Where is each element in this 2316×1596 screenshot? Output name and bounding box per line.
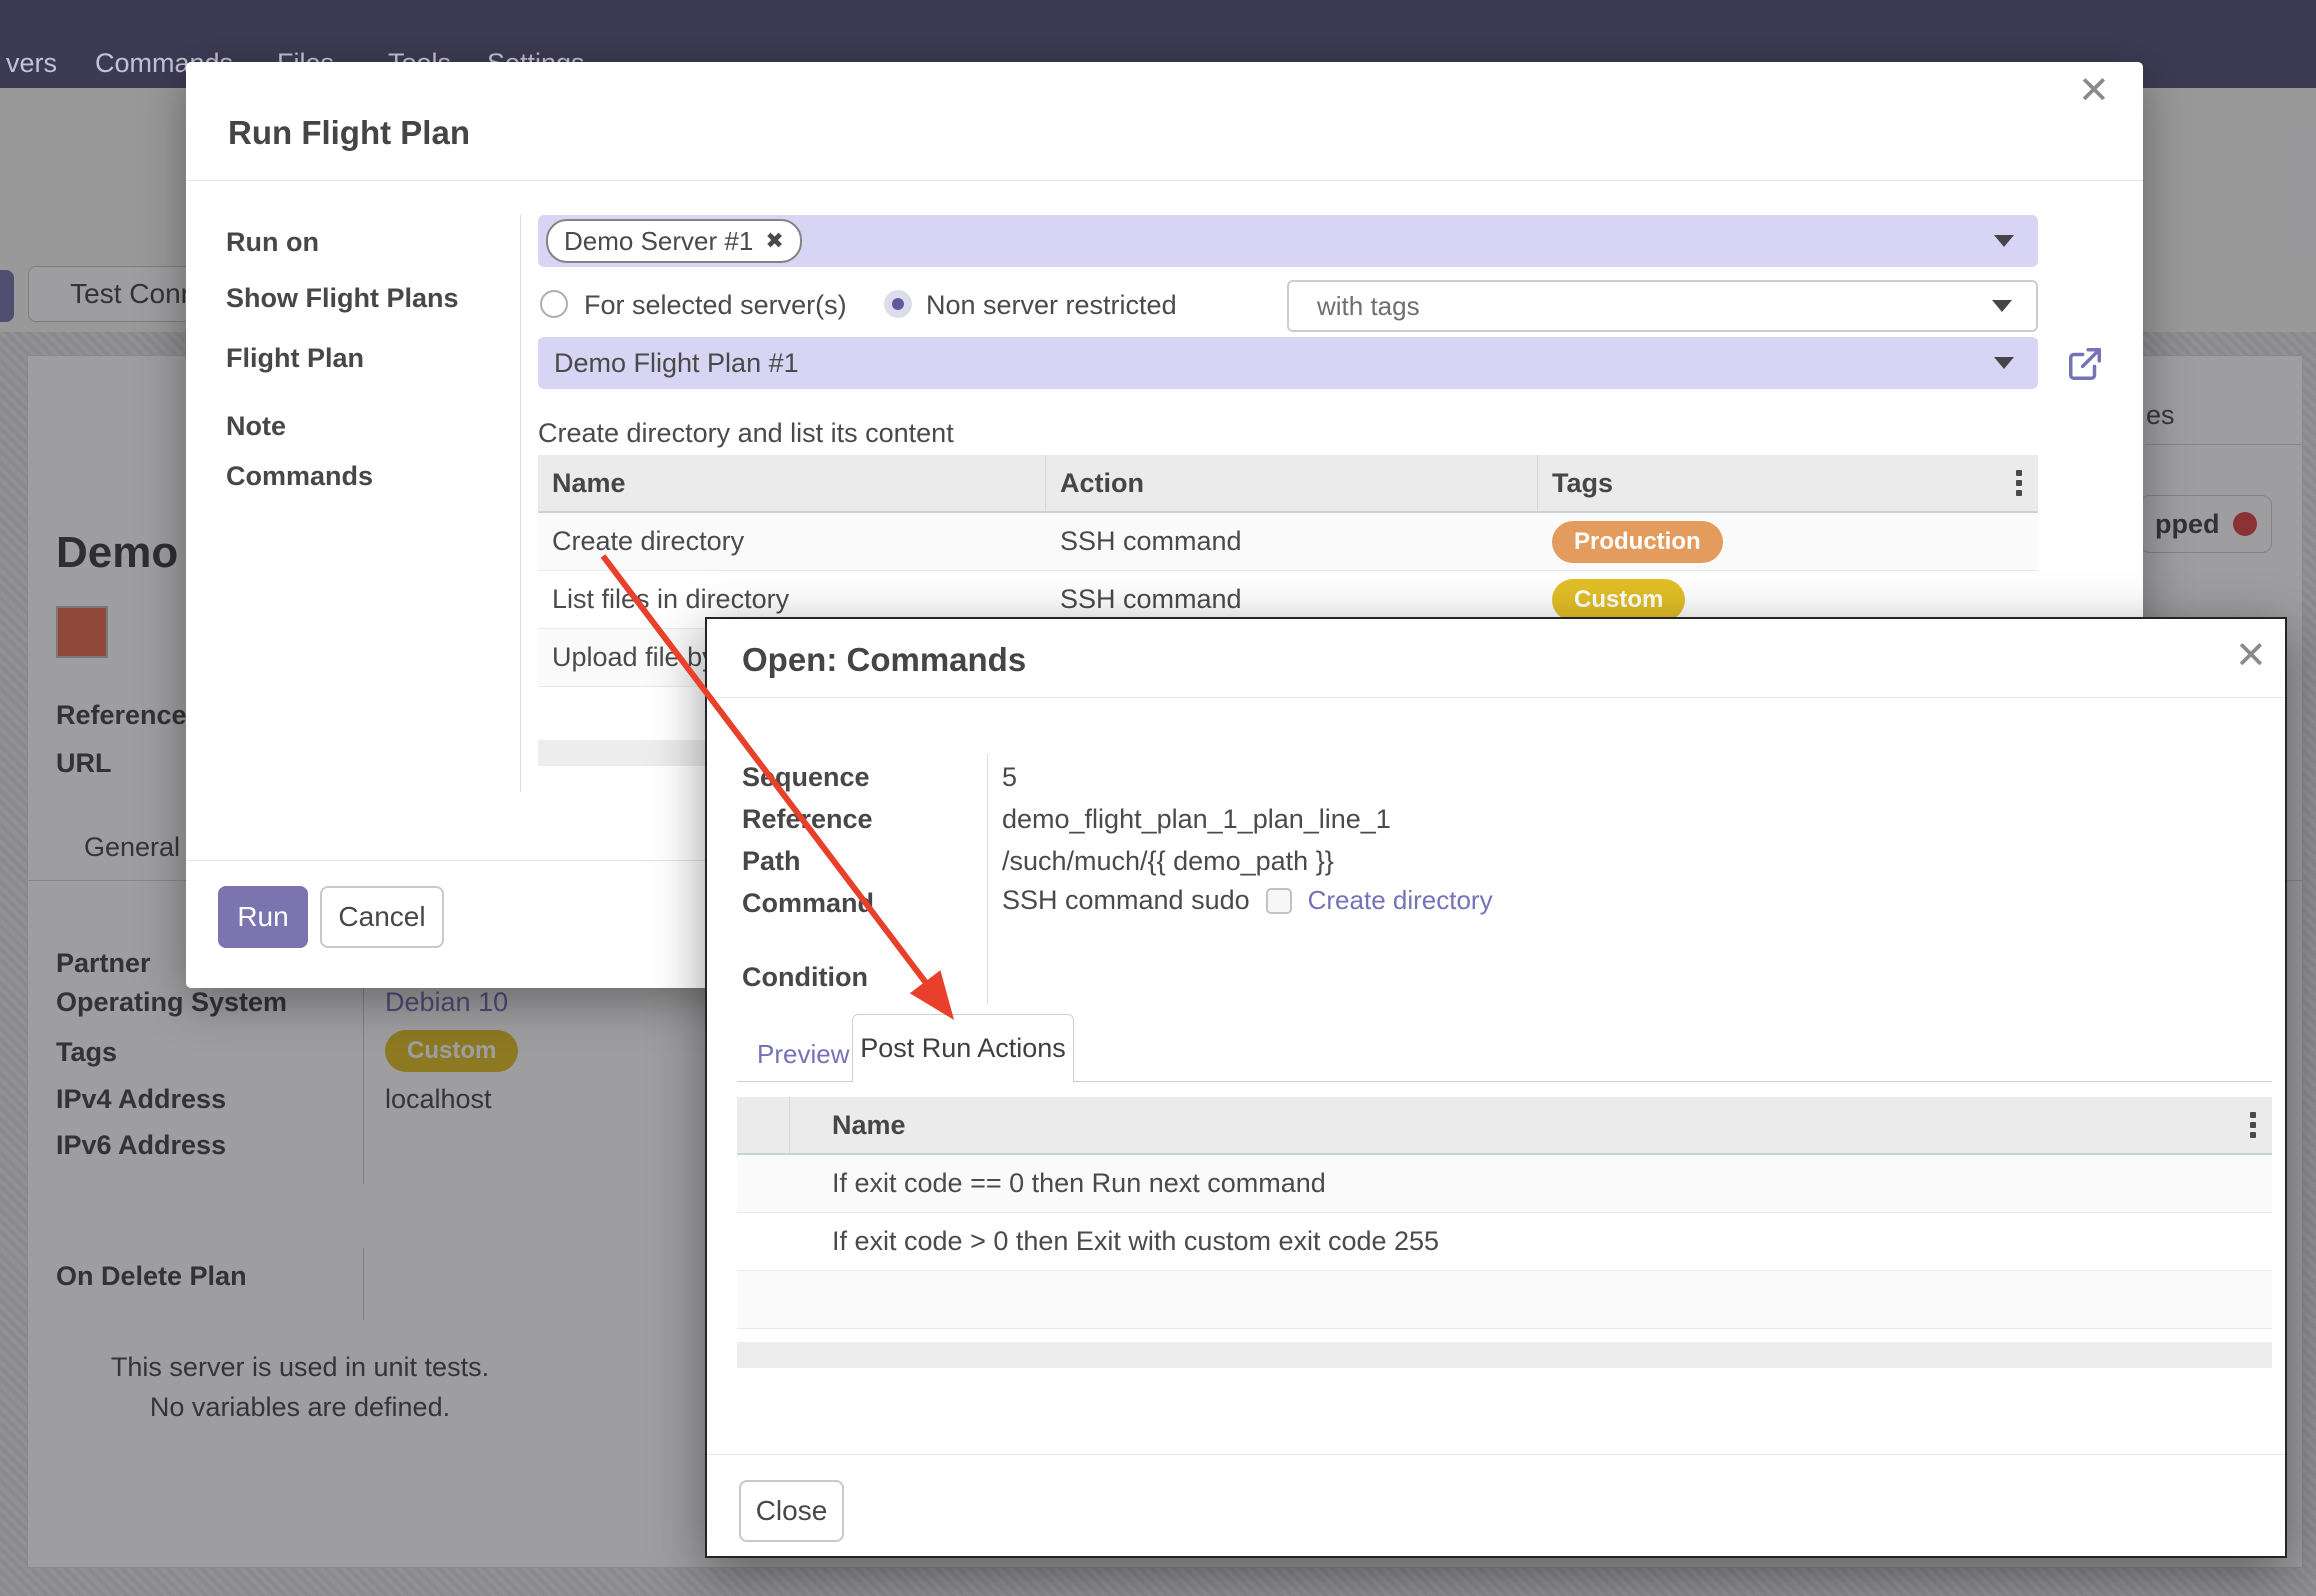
sudo-checkbox[interactable] <box>1266 888 1292 914</box>
column-options-icon[interactable] <box>2250 1108 2256 1142</box>
close-button-label: Close <box>756 1495 828 1527</box>
path-label: Path <box>742 846 801 877</box>
tag-badge: Custom <box>1552 579 1685 621</box>
run-on-select[interactable]: Demo Server #1 ✖ <box>538 215 2038 267</box>
tag-badge: Production <box>1552 521 1723 563</box>
footer-divider <box>707 1454 2285 1455</box>
radio-for-selected-servers-label[interactable]: For selected server(s) <box>584 290 847 321</box>
cell-action: SSH command <box>1046 584 1538 615</box>
condition-label: Condition <box>742 962 868 993</box>
dropdown-caret-icon <box>1994 235 2014 247</box>
action-table-row[interactable]: If exit code > 0 then Exit with custom e… <box>737 1213 2272 1271</box>
command-value: SSH command sudo <box>1002 885 1250 916</box>
action-table-row-empty <box>737 1271 2272 1329</box>
create-directory-link[interactable]: Create directory <box>1308 885 1493 916</box>
column-header-action[interactable]: Action <box>1046 455 1538 511</box>
column-header-tags[interactable]: Tags <box>1538 468 2016 499</box>
actions-table-header: Name <box>737 1097 2272 1155</box>
close-button[interactable]: Close <box>739 1480 844 1542</box>
screen: vers Commands Files Tools Settings Test … <box>0 0 2316 1596</box>
dropdown-caret-icon <box>1994 357 2014 369</box>
tab-baseline-right <box>1074 1081 2272 1082</box>
command-label: Command <box>742 888 874 919</box>
command-row: SSH command sudo Create directory <box>1002 885 1493 916</box>
open-commands-dialog: Open: Commands ✕ Sequence Reference Path… <box>705 617 2287 1558</box>
cell-name: List files in directory <box>538 584 1046 615</box>
path-value: /such/much/{{ demo_path }} <box>1002 846 1334 877</box>
header-divider <box>186 180 2143 181</box>
label-column-divider <box>987 754 988 1004</box>
run-on-label: Run on <box>226 227 319 258</box>
open-dialog-title: Open: Commands <box>742 641 1026 679</box>
column-header-name[interactable]: Name <box>538 455 1046 511</box>
tab-post-run-actions-label: Post Run Actions <box>860 1033 1066 1064</box>
cancel-button[interactable]: Cancel <box>320 886 444 948</box>
open-flight-plan-external-link-icon[interactable] <box>2066 345 2104 383</box>
sequence-value: 5 <box>1002 762 1017 793</box>
table-scroll-strip[interactable] <box>737 1342 2272 1368</box>
run-button-label: Run <box>237 901 288 933</box>
radio-non-server-restricted-label[interactable]: Non server restricted <box>926 290 1177 321</box>
note-label: Note <box>226 411 286 442</box>
tab-preview[interactable]: Preview <box>757 1039 849 1070</box>
label-column-divider <box>520 215 521 792</box>
flight-plan-value: Demo Flight Plan #1 <box>554 348 799 379</box>
tab-post-run-actions[interactable]: Post Run Actions <box>852 1014 1074 1082</box>
reference-label: Reference <box>742 804 873 835</box>
with-tags-value: with tags <box>1317 291 1420 322</box>
server-chip-label: Demo Server #1 <box>564 226 753 257</box>
dropdown-caret-icon <box>1992 300 2012 312</box>
reference-value: demo_flight_plan_1_plan_line_1 <box>1002 804 1391 835</box>
radio-for-selected-servers[interactable] <box>540 290 568 318</box>
selector-column <box>737 1097 790 1153</box>
nav-item-servers[interactable]: vers <box>6 48 57 79</box>
sequence-label: Sequence <box>742 762 870 793</box>
plan-description: Create directory and list its content <box>538 418 954 449</box>
plan-table-header: Name Action Tags <box>538 455 2038 513</box>
open-dialog-close-icon[interactable]: ✕ <box>2235 637 2267 675</box>
server-chip: Demo Server #1 ✖ <box>546 219 802 263</box>
cell-name: Create directory <box>538 526 1046 557</box>
column-header-name[interactable]: Name <box>790 1110 2250 1141</box>
radio-non-server-restricted[interactable] <box>884 290 912 318</box>
with-tags-select[interactable]: with tags <box>1287 280 2038 332</box>
tab-baseline-left <box>737 1081 852 1082</box>
run-button[interactable]: Run <box>218 886 308 948</box>
run-dialog-close-icon[interactable]: ✕ <box>2078 72 2110 110</box>
action-name: If exit code == 0 then Run next command <box>832 1168 1326 1199</box>
flight-plan-label: Flight Plan <box>226 343 364 374</box>
action-table-row[interactable]: If exit code == 0 then Run next command <box>737 1155 2272 1213</box>
show-flight-plans-label: Show Flight Plans <box>226 283 459 314</box>
chip-remove-icon[interactable]: ✖ <box>765 228 783 254</box>
run-dialog-title: Run Flight Plan <box>228 114 470 152</box>
action-name: If exit code > 0 then Exit with custom e… <box>832 1226 1439 1257</box>
plan-table-row[interactable]: Create directory SSH command Production <box>538 513 2038 571</box>
flight-plan-select[interactable]: Demo Flight Plan #1 <box>538 337 2038 389</box>
cancel-button-label: Cancel <box>338 901 425 933</box>
commands-label: Commands <box>226 461 373 492</box>
cell-action: SSH command <box>1046 526 1538 557</box>
column-options-icon[interactable] <box>2016 466 2022 500</box>
header-divider <box>707 697 2285 698</box>
